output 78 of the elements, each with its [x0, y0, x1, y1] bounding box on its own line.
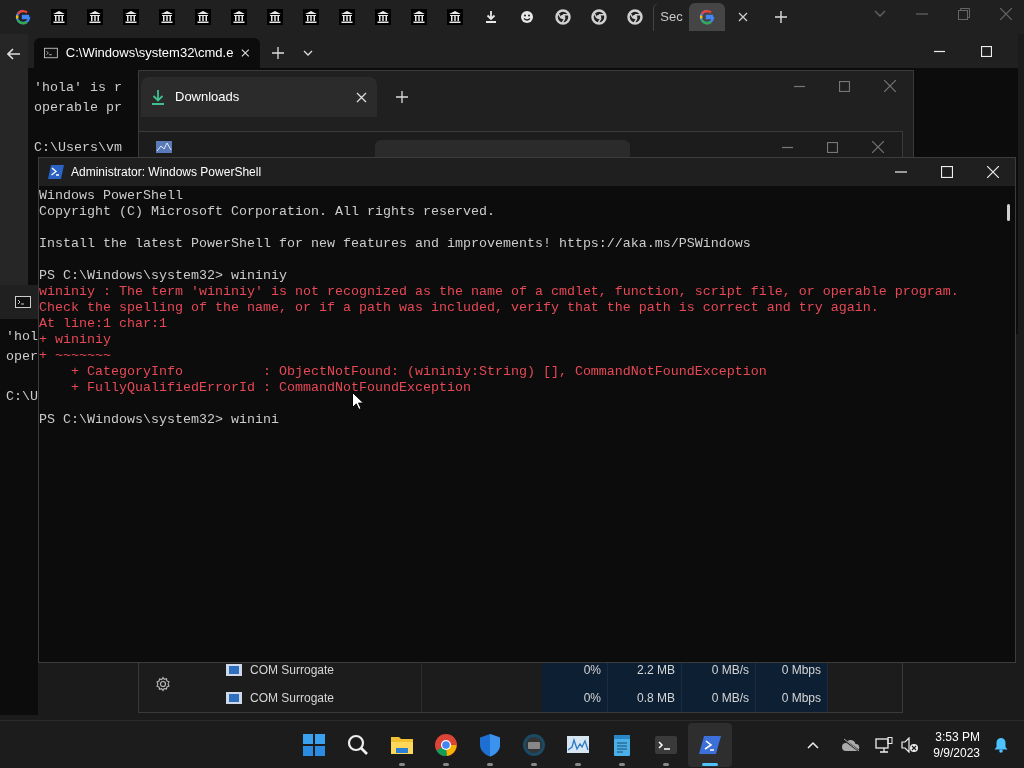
table-cell: 0 MB/s: [682, 684, 756, 712]
building-icon: [123, 9, 139, 25]
chevron-up-icon[interactable]: [807, 741, 820, 749]
console-line: Windows PowerShell: [39, 188, 183, 204]
webcam-icon: [522, 732, 546, 757]
taskbar-app-button[interactable]: [688, 722, 732, 767]
error-line: + FullyQualifiedErrorId : CommandNotFoundException: [70, 380, 471, 396]
error-line: + CategoryInfo : ObjectNotFound: (wininiy:String) [], CommandNotFoundException: [70, 364, 767, 380]
close-icon: [738, 12, 748, 22]
building-icon: [231, 9, 247, 25]
download-icon: [483, 9, 499, 25]
chart-icon: [156, 141, 172, 153]
console-line: operable pr: [34, 99, 123, 117]
table-cell: 0.8 MB: [608, 684, 682, 712]
process-name: COM Surrogate: [250, 690, 335, 707]
chevron-down-icon[interactable]: [874, 10, 886, 18]
notification-bell-icon[interactable]: [994, 737, 1008, 753]
building-icon: [51, 9, 67, 25]
building-icon: [339, 9, 355, 25]
error-line: wininiy : The term 'wininiy' is not recognized as the name of a cmdlet, function, script file, or operable program.: [39, 284, 959, 300]
network-icon[interactable]: [875, 736, 894, 754]
console-line: oper: [6, 348, 38, 366]
process-name: COM Surrogate: [250, 662, 335, 679]
chrome-icon: [555, 9, 571, 25]
building-icon: [195, 9, 211, 25]
start-icon: [302, 732, 326, 757]
chrome-icon: [627, 9, 643, 25]
clock-time: 3:53 PM: [935, 729, 980, 745]
console-line: 'hol: [6, 328, 38, 346]
chrome-icon: [591, 9, 607, 25]
smiley-icon: [519, 9, 535, 25]
error-line: Check the spelling of the name, or if a path was included, verify that the path is correct and try again.: [39, 300, 879, 316]
error-line: + ~~~~~~~: [39, 348, 111, 364]
google-icon: [699, 9, 715, 25]
console-line: Install the latest PowerShell for new features and improvements! https://aka.ms/PSWindows: [39, 236, 751, 252]
building-icon: [375, 9, 391, 25]
command-prompt-icon: [44, 47, 58, 59]
powershell-icon: [48, 165, 64, 179]
console-line: PS C:\Windows\system32> winini: [39, 412, 279, 428]
building-icon: [159, 9, 175, 25]
explorer-tab[interactable]: Downloads: [141, 77, 377, 117]
building-icon: [447, 9, 463, 25]
window-title: Administrator: Windows PowerShell: [71, 164, 262, 181]
table-cell: 0%: [542, 684, 608, 712]
chrome-icon: [434, 732, 458, 757]
volume-muted-icon[interactable]: [901, 737, 920, 753]
restore-icon[interactable]: [958, 8, 970, 20]
console-line: C:\Users\vm: [34, 139, 123, 157]
scrollbar-thumb[interactable]: [1006, 204, 1010, 221]
command-prompt-icon: [15, 296, 31, 308]
download-icon: [151, 89, 165, 105]
back-arrow-icon[interactable]: [7, 48, 21, 60]
window-icon: [226, 692, 242, 704]
building-icon: [267, 9, 283, 25]
cloud-off-icon[interactable]: [841, 738, 862, 752]
error-line: + wininiy: [39, 332, 111, 348]
chevron-down-icon: [303, 50, 313, 56]
search-icon: [346, 732, 370, 757]
shield-icon: [478, 732, 502, 757]
console-line: 'hola' is r: [34, 79, 123, 97]
building-icon: [87, 9, 103, 25]
building-icon: [303, 9, 319, 25]
settings-icon[interactable]: [154, 676, 171, 692]
mouse-pointer-icon: [352, 392, 364, 410]
console-line: PS C:\Windows\system32> wininiy: [39, 268, 287, 284]
google-icon: [15, 9, 31, 25]
table-cell: 0 Mbps: [756, 684, 828, 712]
building-icon: [411, 9, 427, 25]
plus-icon: [396, 91, 408, 103]
console-line: C:\U: [6, 388, 38, 406]
console-line: Copyright (C) Microsoft Corporation. All rights reserved.: [39, 204, 495, 220]
plus-icon: [272, 47, 284, 59]
clock-date: 9/9/2023: [933, 745, 980, 761]
search-field[interactable]: [375, 140, 630, 157]
error-line: At line:1 char:1: [39, 316, 167, 332]
window-icon: [226, 664, 242, 676]
plus-icon: [775, 11, 787, 23]
terminal-tab[interactable]: C:\Windows\system32\cmd.e: [34, 38, 260, 68]
